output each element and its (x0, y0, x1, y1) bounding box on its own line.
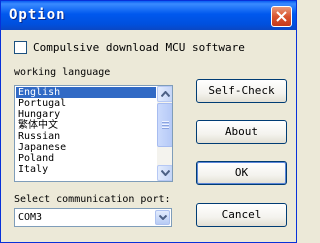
cancel-button[interactable]: Cancel (196, 203, 287, 227)
list-item[interactable]: Russian (16, 131, 156, 142)
grip-line (162, 124, 169, 126)
scroll-thumb[interactable] (157, 103, 172, 147)
working-language-label: working language (14, 67, 111, 78)
language-scrollbar[interactable] (157, 86, 172, 181)
title-bar[interactable]: Option (1, 1, 296, 30)
list-item[interactable]: English (16, 87, 156, 98)
compulsive-download-checkbox[interactable] (14, 41, 27, 54)
compulsive-download-label[interactable]: Compulsive download MCU software (33, 41, 245, 54)
communication-port-select[interactable]: COM3 (14, 208, 172, 227)
scroll-up-button[interactable] (157, 86, 172, 102)
list-item[interactable]: Italy (16, 164, 156, 175)
self-check-button[interactable]: Self-Check (196, 79, 287, 103)
close-icon (276, 11, 287, 22)
option-dialog: Option Compulsive download MCU software … (0, 0, 297, 243)
port-value: COM3 (18, 212, 43, 223)
port-dropdown-button[interactable] (155, 210, 170, 225)
close-button[interactable] (271, 6, 292, 27)
grip-line (162, 127, 169, 129)
list-item[interactable]: Japanese (16, 142, 156, 153)
about-button[interactable]: About (196, 120, 287, 144)
window-title: Option (9, 7, 66, 23)
list-item[interactable]: Poland (16, 153, 156, 164)
ok-button[interactable]: OK (196, 161, 287, 185)
scroll-down-button[interactable] (157, 165, 172, 181)
arrow-up-icon (161, 91, 170, 97)
list-item[interactable]: Hungary (16, 109, 156, 120)
list-item[interactable]: Portugal (16, 98, 156, 109)
list-item[interactable]: 繁体中文 (16, 120, 156, 131)
chevron-down-icon (159, 215, 167, 220)
communication-port-label: Select communication port: (14, 194, 171, 205)
language-listbox[interactable]: English Portugal Hungary 繁体中文 Russian Ja… (14, 85, 173, 182)
arrow-down-icon (161, 170, 170, 176)
grip-line (162, 121, 169, 123)
language-list: English Portugal Hungary 繁体中文 Russian Ja… (16, 87, 156, 175)
